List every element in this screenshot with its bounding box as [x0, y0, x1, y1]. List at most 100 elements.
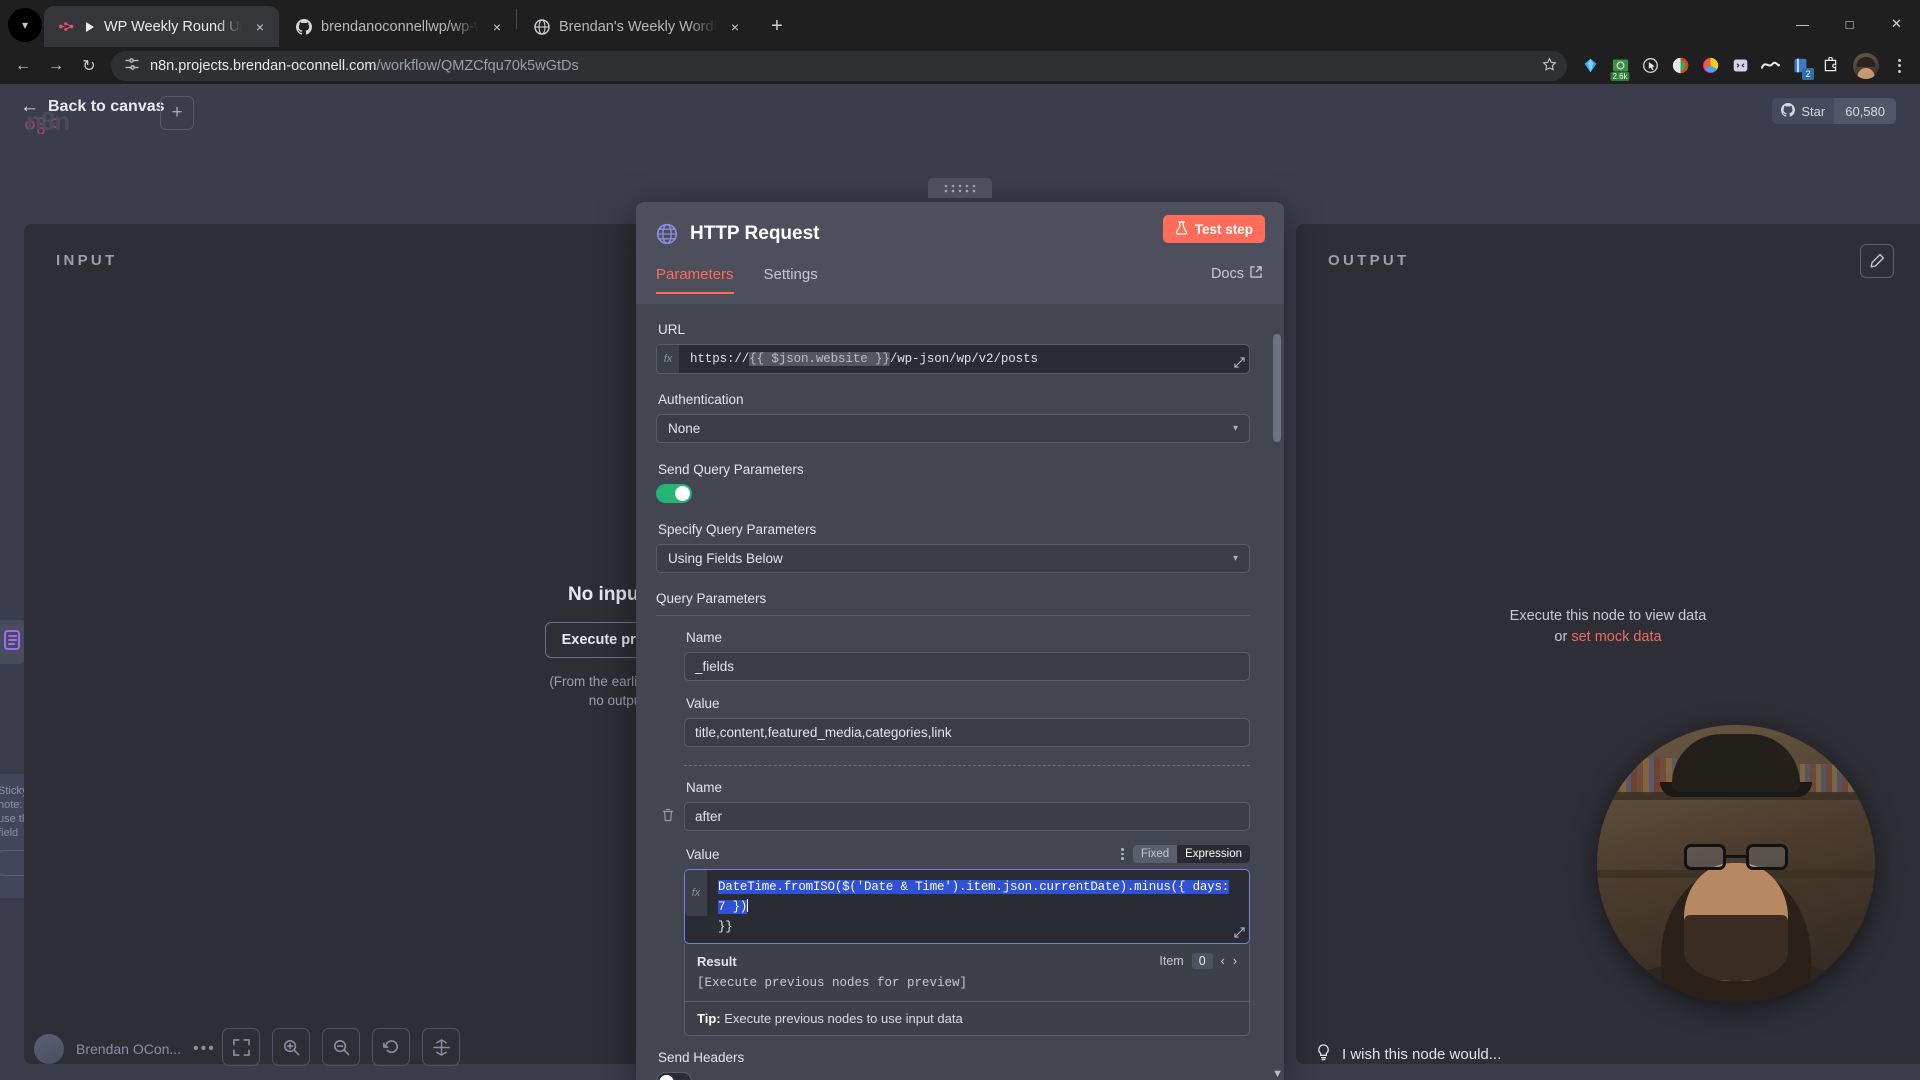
- tab-title: Brendan's Weekly WordPress N: [559, 18, 717, 35]
- send-headers-label: Send Headers: [658, 1050, 745, 1065]
- parameters-body: URL fx https://{{ $json.website }}/wp-js…: [636, 304, 1284, 1080]
- expression-code[interactable]: DateTime.fromISO($('Date & Time').item.j…: [707, 870, 1249, 943]
- fixed-expression-toggle: Fixed Expression: [1132, 845, 1250, 863]
- next-item-icon[interactable]: ›: [1233, 954, 1237, 968]
- expression-option[interactable]: Expression: [1177, 845, 1250, 863]
- browser-tab[interactable]: brendanoconnellwp/wp-weekly ×: [281, 6, 516, 47]
- ai-wish-text: I wish this node would...: [1342, 1045, 1502, 1063]
- parameters-scrollbar[interactable]: [1273, 308, 1281, 1060]
- send-query-parameters-label: Send Query Parameters: [658, 462, 804, 477]
- output-empty-line1: Execute this node to view data: [1509, 608, 1707, 624]
- docs-link[interactable]: Docs: [1211, 266, 1262, 282]
- expression-line-1: DateTime.fromISO($('Date & Time').item.j…: [718, 877, 1239, 917]
- back-to-canvas-button[interactable]: ← Back to canvas: [20, 97, 165, 116]
- expression-editor[interactable]: fx DateTime.fromISO($('Date & Time').ite…: [684, 869, 1250, 944]
- avatar: [34, 1034, 64, 1064]
- specify-query-parameters-select[interactable]: Using Fields Below ▾: [656, 544, 1250, 573]
- close-window-button[interactable]: ✕: [1873, 5, 1920, 43]
- star-label: Star: [1801, 103, 1826, 119]
- star-button[interactable]: Star: [1772, 98, 1835, 124]
- close-icon[interactable]: ×: [251, 18, 269, 36]
- send-query-parameters-toggle[interactable]: [656, 484, 692, 503]
- ai-wish-bar[interactable]: I wish this node would...: [1280, 1028, 1920, 1080]
- gem-icon[interactable]: [1576, 52, 1604, 80]
- add-node-button[interactable]: +: [160, 96, 194, 130]
- url-input[interactable]: fx https://{{ $json.website }}/wp-json/w…: [656, 344, 1250, 374]
- set-mock-data-link[interactable]: set mock data: [1571, 629, 1661, 645]
- github-star-widget[interactable]: Star 60,580: [1772, 98, 1896, 124]
- color-wheel-icon[interactable]: [1666, 52, 1694, 80]
- chevron-down-icon[interactable]: ▼: [1272, 1068, 1283, 1080]
- fit-view-icon[interactable]: [222, 1028, 260, 1066]
- tab-search-chevron-icon[interactable]: ▾: [8, 8, 42, 42]
- param-name-input[interactable]: after: [684, 802, 1250, 831]
- url-prefix: https://: [690, 352, 750, 366]
- forward-icon[interactable]: →: [41, 51, 71, 81]
- zoom-out-icon[interactable]: [322, 1028, 360, 1066]
- notebook-icon[interactable]: 2: [1786, 52, 1814, 80]
- star-icon[interactable]: [1542, 56, 1557, 75]
- item-label: Item: [1159, 954, 1184, 968]
- param-value-input[interactable]: title,content,featured_media,categories,…: [684, 718, 1250, 747]
- money-icon[interactable]: 2.6k: [1606, 52, 1634, 81]
- browser-tab[interactable]: WP Weekly Round Up - n8n ×: [44, 6, 279, 47]
- authentication-select[interactable]: None ▾: [656, 414, 1250, 443]
- user-chip[interactable]: Brendan OCon... •••: [34, 1034, 216, 1064]
- param-name-value: after: [695, 809, 723, 824]
- reset-zoom-icon[interactable]: [372, 1028, 410, 1066]
- extension-icons: 2.6k 2: [1576, 52, 1846, 81]
- flask-icon: [1175, 220, 1188, 238]
- address-bar[interactable]: n8n.projects.brendan-oconnell.com/workfl…: [111, 50, 1567, 81]
- zoom-in-icon[interactable]: [272, 1028, 310, 1066]
- expand-icon[interactable]: [1234, 927, 1245, 941]
- prev-item-icon[interactable]: ‹: [1221, 954, 1225, 968]
- expand-icon[interactable]: [1234, 357, 1245, 371]
- back-icon[interactable]: ←: [8, 51, 38, 81]
- send-headers-toggle[interactable]: [656, 1072, 692, 1080]
- puzzle-icon[interactable]: [1816, 52, 1844, 80]
- test-step-button[interactable]: Test step: [1162, 215, 1265, 243]
- kebab-menu-icon[interactable]: [1886, 52, 1912, 80]
- tune-icon[interactable]: [124, 56, 140, 76]
- squiggle-icon[interactable]: [1756, 52, 1784, 80]
- result-tip-text: Execute previous nodes to use input data: [720, 1011, 963, 1026]
- param-name-label: Name: [686, 780, 723, 795]
- fixed-option[interactable]: Fixed: [1132, 845, 1178, 863]
- vertical-dots-icon[interactable]: [1121, 848, 1124, 860]
- text-caret: [747, 899, 749, 912]
- value-mode-switch: Fixed Expression: [1121, 845, 1250, 863]
- cat-icon[interactable]: [1726, 52, 1754, 80]
- tab-settings[interactable]: Settings: [764, 266, 818, 292]
- close-icon[interactable]: ×: [726, 18, 744, 36]
- avatar[interactable]: [1853, 52, 1879, 79]
- param-name-input[interactable]: _fields: [684, 652, 1250, 681]
- result-label: Result: [697, 953, 737, 969]
- fx-icon: fx: [657, 345, 679, 373]
- document-icon: [3, 629, 21, 655]
- item-navigator: Item 0 ‹ ›: [1159, 953, 1237, 969]
- cursor-icon[interactable]: [1636, 52, 1664, 80]
- scrollbar-thumb[interactable]: [1273, 334, 1281, 442]
- entry-divider: [684, 765, 1250, 766]
- new-tab-button[interactable]: +: [762, 11, 792, 41]
- tidy-up-icon[interactable]: [422, 1028, 460, 1066]
- user-menu-icon[interactable]: •••: [193, 1040, 216, 1058]
- query-parameter-entry: Name after Value Fixed Expression fx Dat…: [662, 780, 1250, 1036]
- browser-tab[interactable]: Brendan's Weekly WordPress N ×: [519, 6, 754, 47]
- close-icon[interactable]: ×: [488, 18, 506, 36]
- tab-parameters[interactable]: Parameters: [656, 266, 734, 294]
- palette-icon[interactable]: [1696, 52, 1724, 80]
- tab-title: WP Weekly Round Up - n8n: [104, 18, 242, 35]
- output-panel-label: OUTPUT: [1328, 252, 1410, 269]
- extension-badge: 2.6k: [1610, 71, 1630, 81]
- grip-dots-icon[interactable]: [928, 178, 992, 198]
- reload-icon[interactable]: ↻: [74, 51, 104, 81]
- pencil-icon[interactable]: [1860, 244, 1894, 278]
- result-tip: Tip: Execute previous nodes to use input…: [685, 1001, 1249, 1035]
- trash-icon[interactable]: [662, 808, 674, 825]
- maximize-button[interactable]: □: [1826, 5, 1873, 43]
- minimize-button[interactable]: —: [1779, 5, 1826, 43]
- expression-line-2: }}: [718, 920, 733, 934]
- node-details-modal: HTTP Request Test step Parameters Settin…: [636, 178, 1284, 1080]
- back-to-canvas-label: Back to canvas: [48, 97, 165, 115]
